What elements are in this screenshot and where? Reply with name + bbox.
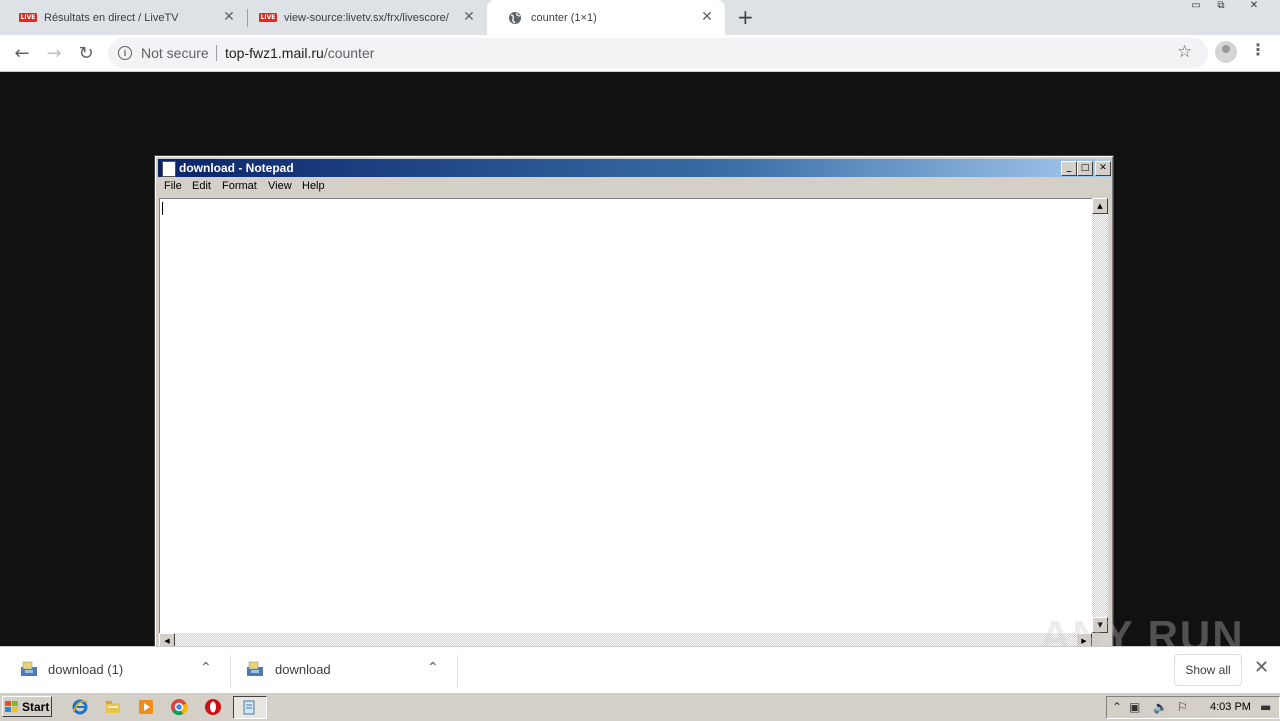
live-badge-icon: LIVE [18, 13, 38, 22]
minimize-window-button[interactable]: ▭ [1183, 0, 1209, 17]
download-filename: download [275, 662, 331, 677]
download-item[interactable]: download (1) ⌃ [0, 647, 230, 693]
windows-logo-icon [5, 700, 19, 713]
close-window-button[interactable]: ✕ [1241, 0, 1267, 17]
start-label: Start [22, 699, 50, 714]
url-host: top-fwz1.mail.ru [225, 45, 324, 61]
show-all-button[interactable]: Show all [1174, 654, 1242, 686]
menu-help[interactable]: Help [302, 180, 325, 192]
info-icon[interactable]: i [118, 46, 132, 60]
notepad-menu-bar: File Edit Format View Help [158, 178, 1110, 196]
download-shelf: download (1) ⌃ download ⌃ Show all ✕ [0, 646, 1280, 693]
security-label[interactable]: Not secure [141, 45, 209, 61]
back-icon[interactable]: ← [10, 41, 34, 65]
url-divider [216, 45, 217, 61]
close-tab-icon[interactable]: ✕ [699, 9, 715, 25]
action-center-flag-icon[interactable]: ⚐ [1177, 700, 1188, 714]
taskbar-notepad-button[interactable] [233, 696, 267, 719]
show-desktop-icon[interactable]: ▬ [1260, 700, 1271, 714]
close-button[interactable]: ✕ [1095, 161, 1111, 176]
media-player-icon[interactable] [137, 698, 155, 716]
tab-view-source[interactable]: LIVE view-source:livetv.sx/frx/livescore… [240, 0, 487, 35]
opera-icon[interactable] [204, 698, 222, 716]
close-tab-icon[interactable]: ✕ [461, 9, 477, 25]
download-divider [457, 655, 458, 687]
live-badge-icon: LIVE [258, 13, 278, 22]
volume-icon[interactable]: 🔈 [1153, 700, 1168, 714]
tab-strip: LIVE Résultats en direct / LiveTV ✕ LIVE… [0, 0, 1280, 35]
vertical-scrollbar[interactable]: ▲ ▼ [1092, 198, 1108, 633]
window-title: download - Notepad [179, 161, 294, 175]
start-button[interactable]: Start [2, 696, 52, 717]
notepad-app-icon [162, 161, 176, 177]
url-path: /counter [323, 45, 375, 61]
file-icon [246, 661, 264, 677]
file-explorer-icon[interactable] [104, 698, 122, 716]
tab-counter[interactable]: counter (1×1) ✕ [487, 0, 725, 35]
taskbar: Start ⌃ ▣ 🔈 ⚐ 4:03 PM ▬ [0, 692, 1280, 721]
menu-view[interactable]: View [268, 180, 292, 192]
internet-explorer-icon[interactable] [71, 698, 89, 716]
browser-menu-icon[interactable]: ⋮ [1250, 40, 1266, 59]
scroll-up-arrow-icon[interactable]: ▲ [1092, 198, 1108, 214]
show-hidden-icons-icon[interactable]: ⌃ [1112, 700, 1122, 714]
globe-icon [507, 10, 523, 26]
browser-toolbar: ← → ↻ i Not secure top-fwz1.mail.ru/coun… [0, 35, 1280, 72]
address-bar[interactable]: i Not secure top-fwz1.mail.ru/counter ☆ [108, 38, 1208, 68]
chrome-icon[interactable] [170, 698, 188, 716]
chevron-up-icon[interactable]: ⌃ [200, 660, 212, 676]
text-caret [162, 202, 163, 215]
tab-title: counter (1×1) [531, 11, 597, 24]
notepad-text-area[interactable] [159, 198, 1095, 635]
profile-avatar[interactable] [1215, 41, 1237, 63]
file-icon [20, 661, 38, 677]
network-icon[interactable]: ▣ [1129, 700, 1140, 714]
chevron-up-icon[interactable]: ⌃ [427, 660, 439, 676]
reload-icon[interactable]: ↻ [74, 41, 98, 65]
menu-format[interactable]: Format [222, 180, 257, 192]
system-tray: ⌃ ▣ 🔈 ⚐ 4:03 PM ▬ [1106, 696, 1280, 719]
close-shelf-icon[interactable]: ✕ [1254, 657, 1269, 678]
url-text[interactable]: top-fwz1.mail.ru/counter [225, 45, 374, 61]
clock[interactable]: 4:03 PM [1210, 701, 1251, 713]
new-tab-button[interactable]: + [737, 5, 754, 29]
restore-window-button[interactable]: ⧉ [1208, 0, 1234, 17]
tab-livetv[interactable]: LIVE Résultats en direct / LiveTV ✕ [0, 0, 247, 35]
download-filename: download (1) [48, 662, 124, 677]
download-item[interactable]: download ⌃ [231, 647, 457, 693]
menu-edit[interactable]: Edit [192, 180, 211, 192]
maximize-button[interactable]: □ [1077, 161, 1093, 176]
notepad-window: download - Notepad _ □ ✕ File Edit Forma… [154, 155, 1114, 655]
tab-title: view-source:livetv.sx/frx/livescore/ [284, 11, 449, 24]
menu-file[interactable]: File [164, 180, 182, 192]
close-tab-icon[interactable]: ✕ [221, 9, 237, 25]
bookmark-star-icon[interactable]: ☆ [1177, 42, 1192, 62]
forward-icon[interactable]: → [42, 41, 66, 65]
minimize-button[interactable]: _ [1061, 161, 1077, 176]
tab-title: Résultats en direct / LiveTV [44, 11, 179, 24]
notepad-icon [243, 700, 255, 715]
notepad-title-bar[interactable]: download - Notepad _ □ ✕ [158, 159, 1111, 177]
